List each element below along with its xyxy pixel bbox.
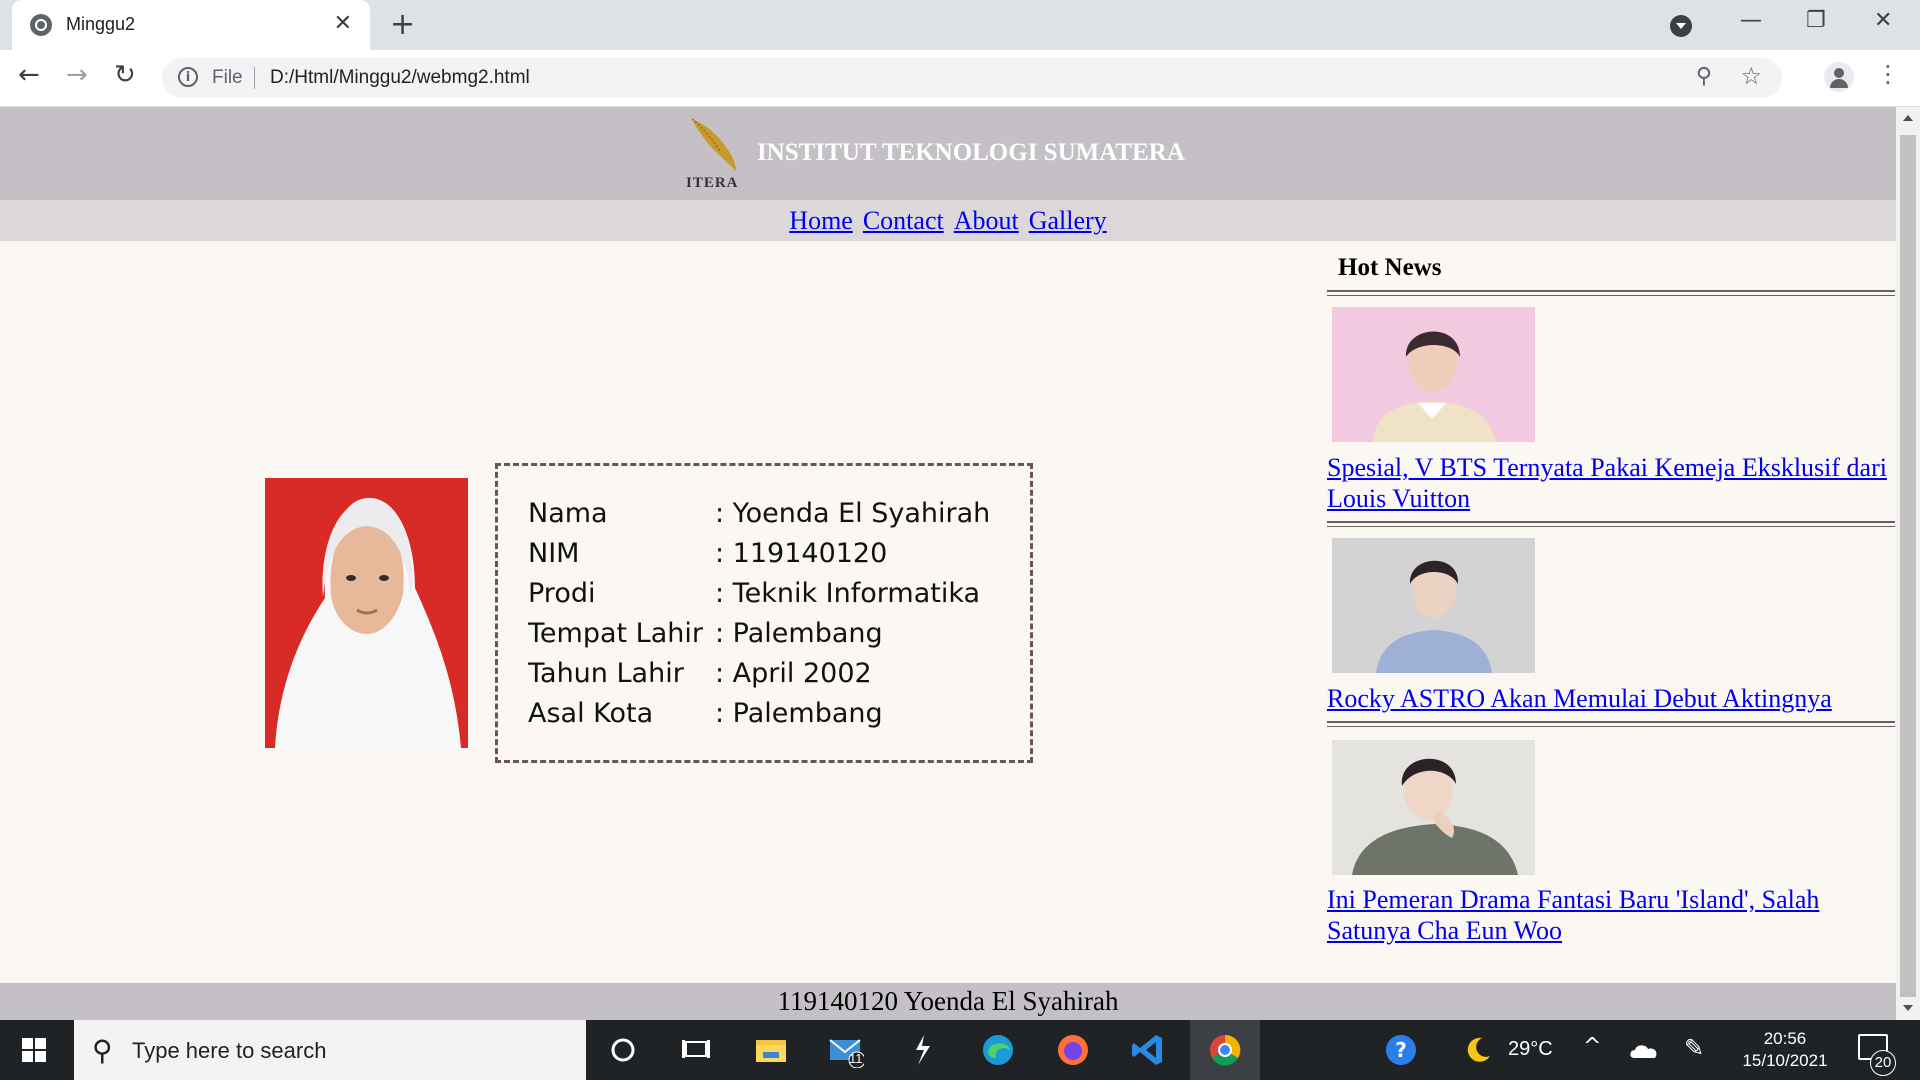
footer-text: 119140120 Yoenda El Syahirah [777, 986, 1119, 1016]
temperature[interactable]: 29°C [1508, 1038, 1553, 1061]
task-view-icon[interactable] [678, 1032, 714, 1068]
vscode-icon[interactable] [1130, 1032, 1166, 1068]
bio-label: Tempat Lahir [528, 618, 703, 649]
bio-value: : Yoenda El Syahirah [715, 498, 991, 529]
hot-news-sidebar: Hot News Spesial, V BTS Ternyata Pakai K… [1327, 250, 1895, 980]
profile-photo [265, 478, 468, 748]
biodata-box: Nama: Yoenda El Syahirah NIM: 119140120 … [495, 463, 1033, 763]
clock-date: 15/10/2021 [1742, 1051, 1828, 1070]
bio-value: : 119140120 [715, 538, 888, 569]
clock-time: 20:56 [1763, 1029, 1807, 1048]
scroll-down-icon[interactable] [1903, 1005, 1913, 1011]
divider [254, 67, 255, 89]
back-icon[interactable]: ← [18, 60, 40, 90]
scroll-up-icon[interactable] [1903, 115, 1913, 121]
svg-text:?: ? [1395, 1038, 1407, 1062]
itera-logo: ITERA [682, 117, 748, 197]
news-link[interactable]: Ini Pemeran Drama Fantasi Baru 'Island',… [1327, 884, 1887, 946]
news-link[interactable]: Spesial, V BTS Ternyata Pakai Kemeja Eks… [1327, 452, 1887, 514]
bio-value: : April 2002 [715, 658, 872, 689]
nav-link-home[interactable]: Home [789, 206, 853, 235]
bio-label: Prodi [528, 578, 596, 609]
bio-value: : Teknik Informatika [715, 578, 981, 609]
firefox-icon[interactable] [1055, 1032, 1091, 1068]
site-header: ITERA INSTITUT TEKNOLOGI SUMATERA [0, 107, 1896, 200]
address-bar[interactable]: i File D:/Html/Minggu2/webmg2.html ⚲ ☆ [162, 58, 1782, 98]
logo-mark-icon [691, 118, 736, 171]
site-title: INSTITUT TEKNOLOGI SUMATERA [757, 139, 1185, 166]
tab-title: Minggu2 [66, 14, 136, 34]
taskbar-search[interactable]: ⚲ Type here to search [74, 1020, 586, 1080]
bio-label: Tahun Lahir [528, 658, 684, 689]
minimize-icon[interactable]: — [1740, 8, 1762, 33]
sidebar-title: Hot News [1338, 254, 1442, 281]
divider [1327, 290, 1895, 296]
profile-icon[interactable] [1824, 62, 1854, 92]
file-explorer-icon[interactable] [753, 1032, 789, 1068]
bio-label: Asal Kota [528, 698, 654, 729]
search-placeholder: Type here to search [132, 1038, 327, 1063]
chevron-up-icon[interactable]: ^ [1583, 1034, 1601, 1059]
news-image[interactable] [1332, 740, 1535, 875]
news-link[interactable]: Rocky ASTRO Akan Memulai Debut Aktingnya [1327, 683, 1887, 714]
divider [1327, 721, 1895, 727]
clock[interactable]: 20:56 15/10/2021 [1730, 1028, 1840, 1072]
scrollbar[interactable] [1896, 107, 1920, 1020]
nav-link-contact[interactable]: Contact [863, 206, 944, 235]
search-icon: ⚲ [92, 1034, 113, 1067]
site-footer: 119140120 Yoenda El Syahirah [0, 983, 1896, 1020]
onedrive-icon[interactable] [1626, 1032, 1662, 1068]
app-icon[interactable] [904, 1032, 940, 1068]
bio-value: : Palembang [715, 618, 883, 649]
notification-badge: 20 [1870, 1050, 1896, 1076]
browser-tab[interactable]: Minggu2 ✕ [12, 0, 370, 50]
tab-strip: Minggu2 ✕ + — ❐ ✕ [0, 0, 1920, 50]
bio-label: Nama [528, 498, 608, 529]
windows-taskbar: ⚲ Type here to search 11 ? 29°C ^ ✎ 20:5… [0, 1020, 1920, 1080]
logo-label: ITERA [686, 175, 739, 191]
pen-icon[interactable]: ✎ [1684, 1034, 1704, 1062]
close-icon[interactable]: ✕ [334, 11, 352, 36]
zoom-icon[interactable]: ⚲ [1696, 64, 1712, 89]
cortana-icon[interactable] [605, 1032, 641, 1068]
forward-icon[interactable]: → [66, 60, 88, 90]
news-image[interactable] [1332, 538, 1535, 673]
globe-icon [30, 14, 52, 36]
divider [1327, 521, 1895, 527]
edge-icon[interactable] [980, 1032, 1016, 1068]
reload-icon[interactable]: ↻ [114, 60, 136, 90]
bio-value: : Palembang [715, 698, 883, 729]
scroll-thumb[interactable] [1900, 135, 1916, 997]
nav-link-about[interactable]: About [954, 206, 1019, 235]
menu-icon[interactable]: ⋮ [1876, 60, 1900, 88]
scheme-label: File [212, 67, 243, 88]
info-icon[interactable]: i [178, 67, 198, 87]
bio-label: NIM [528, 538, 580, 569]
maximize-icon[interactable]: ❐ [1806, 8, 1826, 33]
site-nav: Home Contact About Gallery [0, 200, 1896, 241]
star-icon[interactable]: ☆ [1740, 62, 1762, 90]
help-icon[interactable]: ? [1383, 1032, 1419, 1068]
weather-icon [1467, 1037, 1490, 1062]
mail-badge: 11 [849, 1051, 863, 1066]
chrome-icon[interactable] [1207, 1032, 1243, 1068]
nav-link-gallery[interactable]: Gallery [1029, 206, 1107, 235]
tab-search-icon[interactable] [1670, 15, 1692, 37]
window-close-icon[interactable]: ✕ [1874, 8, 1892, 33]
plus-icon[interactable]: + [390, 8, 415, 42]
url-text[interactable]: D:/Html/Minggu2/webmg2.html [270, 67, 530, 89]
windows-start-icon[interactable] [22, 1038, 46, 1062]
news-image[interactable] [1332, 307, 1535, 442]
browser-toolbar: ← → ↻ i File D:/Html/Minggu2/webmg2.html… [0, 50, 1920, 107]
